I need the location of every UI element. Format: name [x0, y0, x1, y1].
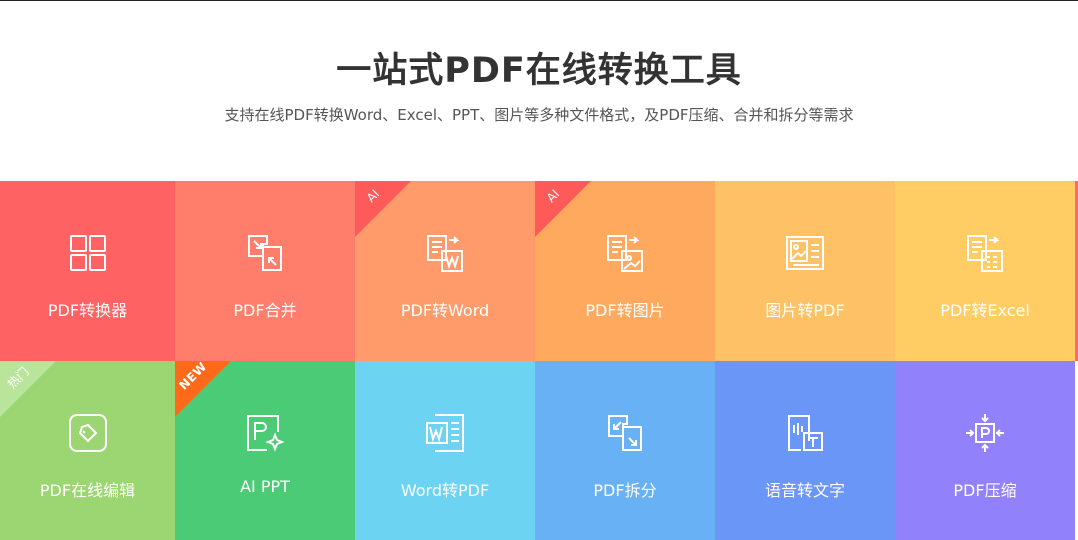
tool-label: PDF压缩 [953, 481, 1017, 500]
tool-pdf-to-image[interactable]: AI PDF转图片 [535, 181, 715, 361]
tool-label: PDF合并 [233, 301, 297, 320]
tool-label: Word转PDF [400, 481, 490, 500]
grid-icon [68, 233, 108, 273]
tool-label: PDF转换器 [47, 301, 128, 320]
hot-badge: 热门 [0, 361, 56, 417]
tool-image-to-pdf[interactable]: 图片转PDF [715, 181, 895, 361]
tool-pdf-converter[interactable]: PDF转换器 [0, 181, 175, 361]
tool-word-to-pdf[interactable]: Word转PDF [355, 361, 535, 540]
ai-ppt-icon [245, 413, 285, 453]
word-to-pdf-icon [425, 413, 465, 453]
tool-label: PDF转Excel [940, 301, 1030, 320]
pdf-to-image-icon [605, 233, 645, 273]
tool-grid: PDF转换器 PDF合并 AI PDF转Word AI PDF转图片 图片转PD… [0, 181, 1078, 540]
tool-label: PDF转Word [400, 301, 490, 320]
tool-pdf-split[interactable]: PDF拆分 [535, 361, 715, 540]
compress-icon [965, 413, 1005, 453]
tool-pdf-merge[interactable]: PDF合并 [175, 181, 355, 361]
page-subtitle: 支持在线PDF转换Word、Excel、PPT、图片等多种文件格式，及PDF压缩… [224, 106, 854, 124]
page-title: 一站式PDF在线转换工具 [336, 51, 742, 91]
tool-label: AI PPT [240, 477, 290, 496]
ai-badge: AI [535, 181, 591, 237]
tool-label: PDF转图片 [585, 301, 665, 320]
tool-label: 图片转PDF [765, 301, 845, 320]
tool-ai-ppt[interactable]: NEW AI PPT [175, 361, 355, 540]
edit-icon [68, 413, 108, 453]
image-to-pdf-icon [785, 233, 825, 273]
ai-badge: AI [355, 181, 411, 237]
tool-pdf-to-word[interactable]: AI PDF转Word [355, 181, 535, 361]
split-icon [605, 413, 645, 453]
pdf-to-word-icon [425, 233, 465, 273]
tool-label: 语音转文字 [764, 481, 845, 500]
tool-speech-to-text[interactable]: 语音转文字 [715, 361, 895, 540]
hero-section: 一站式PDF在线转换工具 支持在线PDF转换Word、Excel、PPT、图片等… [0, 0, 1078, 181]
tool-label: PDF在线编辑 [39, 481, 136, 500]
pdf-to-excel-icon [965, 233, 1005, 273]
merge-icon [245, 233, 285, 273]
tool-label: PDF拆分 [593, 481, 657, 500]
tool-pdf-compress[interactable]: PDF压缩 [895, 361, 1075, 540]
tool-pdf-to-excel[interactable]: PDF转Excel [895, 181, 1075, 361]
tool-pdf-online-edit[interactable]: 热门 PDF在线编辑 [0, 361, 175, 540]
speech-to-text-icon [785, 413, 825, 453]
new-badge: NEW [175, 361, 231, 417]
